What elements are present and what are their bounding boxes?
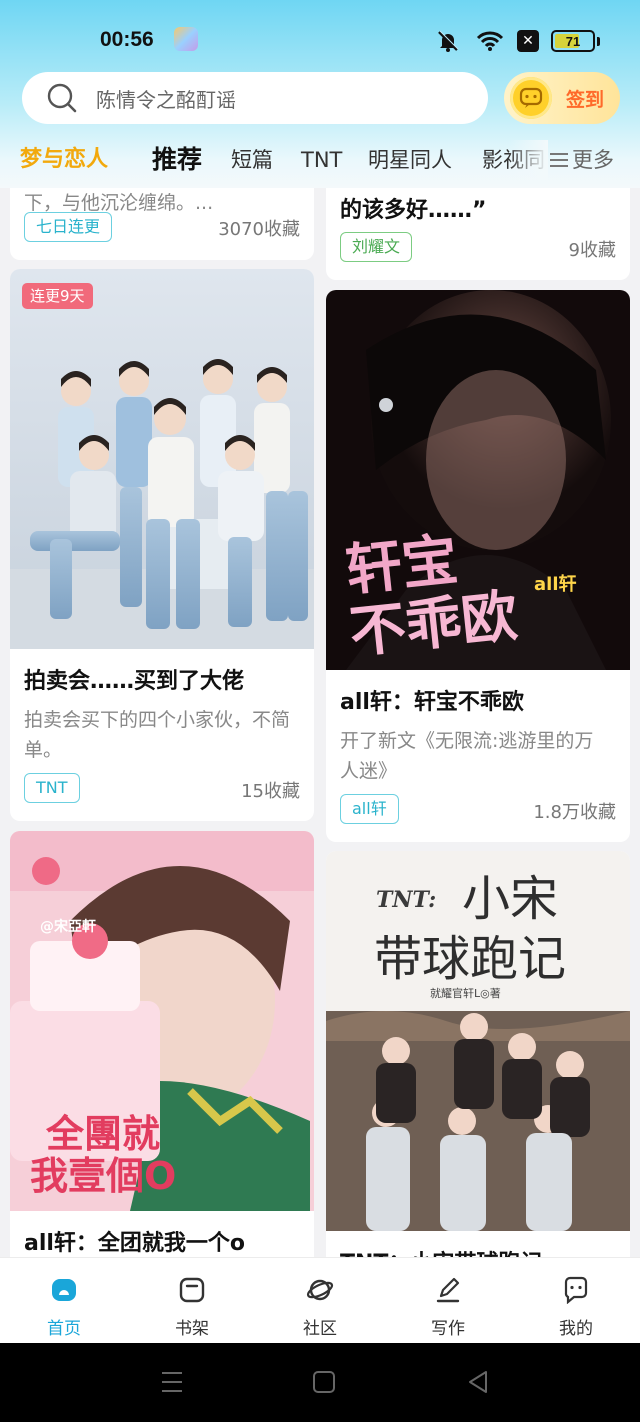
- book-card[interactable]: TNT: 小宋 带球跑记 就耀官轩L◎著 TNT：小宋带球跑记: [326, 851, 630, 1281]
- nav-community[interactable]: 社区: [280, 1258, 360, 1344]
- update-badge: 连更9天: [22, 283, 93, 309]
- community-icon: [306, 1279, 334, 1301]
- favorite-count: 9收藏: [568, 240, 616, 261]
- nav-label: 写作: [431, 1319, 465, 1339]
- book-description: 开了新文《无限流:逃游里的万人迷》: [340, 730, 594, 782]
- tab-fade: [508, 140, 548, 180]
- home-button-icon[interactable]: [312, 1369, 336, 1395]
- nav-label: 我的: [559, 1319, 593, 1339]
- book-cover-image: [10, 269, 314, 649]
- sim-off-icon: ✕: [517, 30, 539, 52]
- cover-text: TNT:: [376, 887, 436, 913]
- book-title: all轩：轩宝不乖欧: [340, 690, 524, 715]
- top-header: 00:56 ✕ 71 陈情令之酩酊谣 签到 梦与恋人 推荐 短篇 TNT 明星同…: [0, 0, 640, 188]
- book-tag[interactable]: 七日连更: [24, 212, 113, 242]
- tab-dream-lover[interactable]: 梦与恋人: [20, 140, 108, 180]
- back-icon[interactable]: [466, 1369, 490, 1395]
- status-icons: ✕ 71: [433, 26, 600, 56]
- battery-icon: 71: [551, 30, 595, 52]
- book-cover-image: 轩宝 不乖欧 all轩: [326, 290, 630, 670]
- book-title: 拍卖会……买到了大佬: [24, 669, 245, 694]
- book-cover-image: @宋亞軒 全團就 我壹個O: [10, 831, 314, 1211]
- tab-celebrity-fanfic[interactable]: 明星同人: [368, 140, 452, 180]
- system-nav-bar: [0, 1343, 640, 1422]
- search-icon: [47, 83, 77, 113]
- book-cover-image: TNT: 小宋 带球跑记 就耀官轩L◎著: [326, 851, 630, 1231]
- book-description: 的该多好……”: [340, 198, 487, 223]
- cover-text: @宋亞軒: [40, 918, 96, 935]
- book-tag[interactable]: TNT: [24, 773, 80, 803]
- cover-text: 就耀官轩L◎著: [430, 986, 501, 1000]
- nav-label: 首页: [47, 1319, 81, 1339]
- battery-level: 71: [565, 33, 581, 49]
- cover-text: 我壹個O: [30, 1154, 176, 1198]
- category-tabs: 梦与恋人 推荐 短篇 TNT 明星同人 影视同人 更多: [0, 140, 640, 182]
- cover-text: 带球跑记: [374, 931, 566, 987]
- home-icon: [52, 1279, 76, 1301]
- cover-text: 小宋: [462, 871, 558, 927]
- battery-tip: [597, 36, 600, 46]
- nav-bookshelf[interactable]: 书架: [152, 1258, 232, 1344]
- status-bar: 00:56 ✕ 71: [0, 0, 640, 80]
- bookshelf-icon: [179, 1277, 205, 1303]
- nav-write[interactable]: 写作: [408, 1258, 488, 1344]
- tab-recommend[interactable]: 推荐: [152, 140, 202, 180]
- nav-label: 书架: [175, 1319, 209, 1339]
- search-bar[interactable]: 陈情令之酩酊谣: [22, 72, 488, 124]
- book-card[interactable]: @宋亞軒 全團就 我壹個O all轩：全团就我一个o: [10, 831, 314, 1271]
- checkin-label: 签到: [566, 88, 605, 111]
- cover-text: all轩: [534, 573, 577, 595]
- status-time: 00:56: [100, 28, 154, 51]
- book-tag[interactable]: 刘耀文: [340, 232, 413, 262]
- nav-home[interactable]: 首页: [24, 1258, 104, 1344]
- book-card[interactable]: 连更9天 拍卖会……买到了大佬 拍卖会买下的四个小家伙，不简单。 TNT 15收…: [10, 269, 314, 821]
- chat-bubble-icon: [510, 77, 552, 119]
- nav-label: 社区: [303, 1319, 337, 1339]
- more-label: 更多: [572, 148, 614, 172]
- bottom-nav: 首页 书架 社区 写作 我的: [0, 1257, 640, 1343]
- tab-tnt[interactable]: TNT: [301, 140, 342, 180]
- profile-icon: [564, 1276, 588, 1304]
- book-tag[interactable]: all轩: [340, 794, 399, 824]
- book-card[interactable]: 轩宝 不乖欧 all轩 all轩：轩宝不乖欧 开了新文《无限流:逃游里的万人迷》…: [326, 290, 630, 842]
- checkin-button[interactable]: 签到: [504, 72, 620, 124]
- menu-lines-icon: [550, 153, 568, 167]
- book-title: all轩：全团就我一个o: [24, 1231, 246, 1256]
- book-description: 拍卖会买下的四个小家伙，不简单。: [24, 709, 291, 761]
- nav-profile[interactable]: 我的: [536, 1258, 616, 1344]
- favorite-count: 3070收藏: [218, 219, 300, 240]
- tab-short[interactable]: 短篇: [231, 140, 273, 180]
- wifi-icon: [475, 28, 505, 54]
- mute-bell-icon: [433, 28, 463, 54]
- write-icon: [436, 1277, 460, 1303]
- app-notification-icon: [174, 27, 198, 51]
- recent-apps-icon[interactable]: [160, 1369, 184, 1395]
- more-tabs-button[interactable]: 更多: [550, 140, 614, 180]
- cover-text: 全團就: [45, 1112, 160, 1156]
- search-placeholder: 陈情令之酩酊谣: [96, 87, 236, 112]
- favorite-count: 15收藏: [241, 781, 300, 802]
- favorite-count: 1.8万收藏: [533, 802, 616, 823]
